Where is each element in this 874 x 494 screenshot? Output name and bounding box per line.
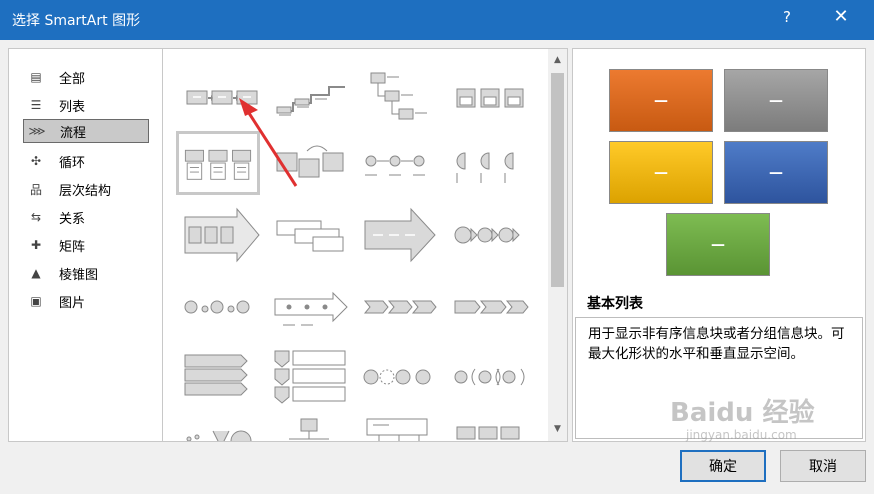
ok-button[interactable]: 确定 bbox=[680, 450, 766, 482]
gallery-scrollbar[interactable]: ▲ ▼ bbox=[548, 49, 567, 441]
layout-name: 基本列表 bbox=[587, 296, 643, 312]
preview-shape-4: — bbox=[724, 141, 828, 204]
scroll-up-icon[interactable]: ▲ bbox=[548, 52, 567, 69]
scrollbar-thumb[interactable] bbox=[551, 73, 564, 287]
preview-shape-3: — bbox=[609, 141, 713, 204]
preview-shape-2: — bbox=[724, 69, 828, 132]
preview-shape-1: — bbox=[609, 69, 713, 132]
cancel-button[interactable]: 取消 bbox=[780, 450, 866, 482]
scroll-down-icon[interactable]: ▼ bbox=[548, 421, 567, 438]
preview-panel: — — — — — 基本列表 用于显示非有序信息块或者分组信息块。可最大化形状的… bbox=[572, 48, 866, 442]
baidu-watermark-url: jingyan.baidu.com bbox=[686, 428, 797, 442]
baidu-watermark: Baidu 经验 bbox=[670, 398, 815, 428]
preview-shape-5: — bbox=[666, 213, 770, 276]
